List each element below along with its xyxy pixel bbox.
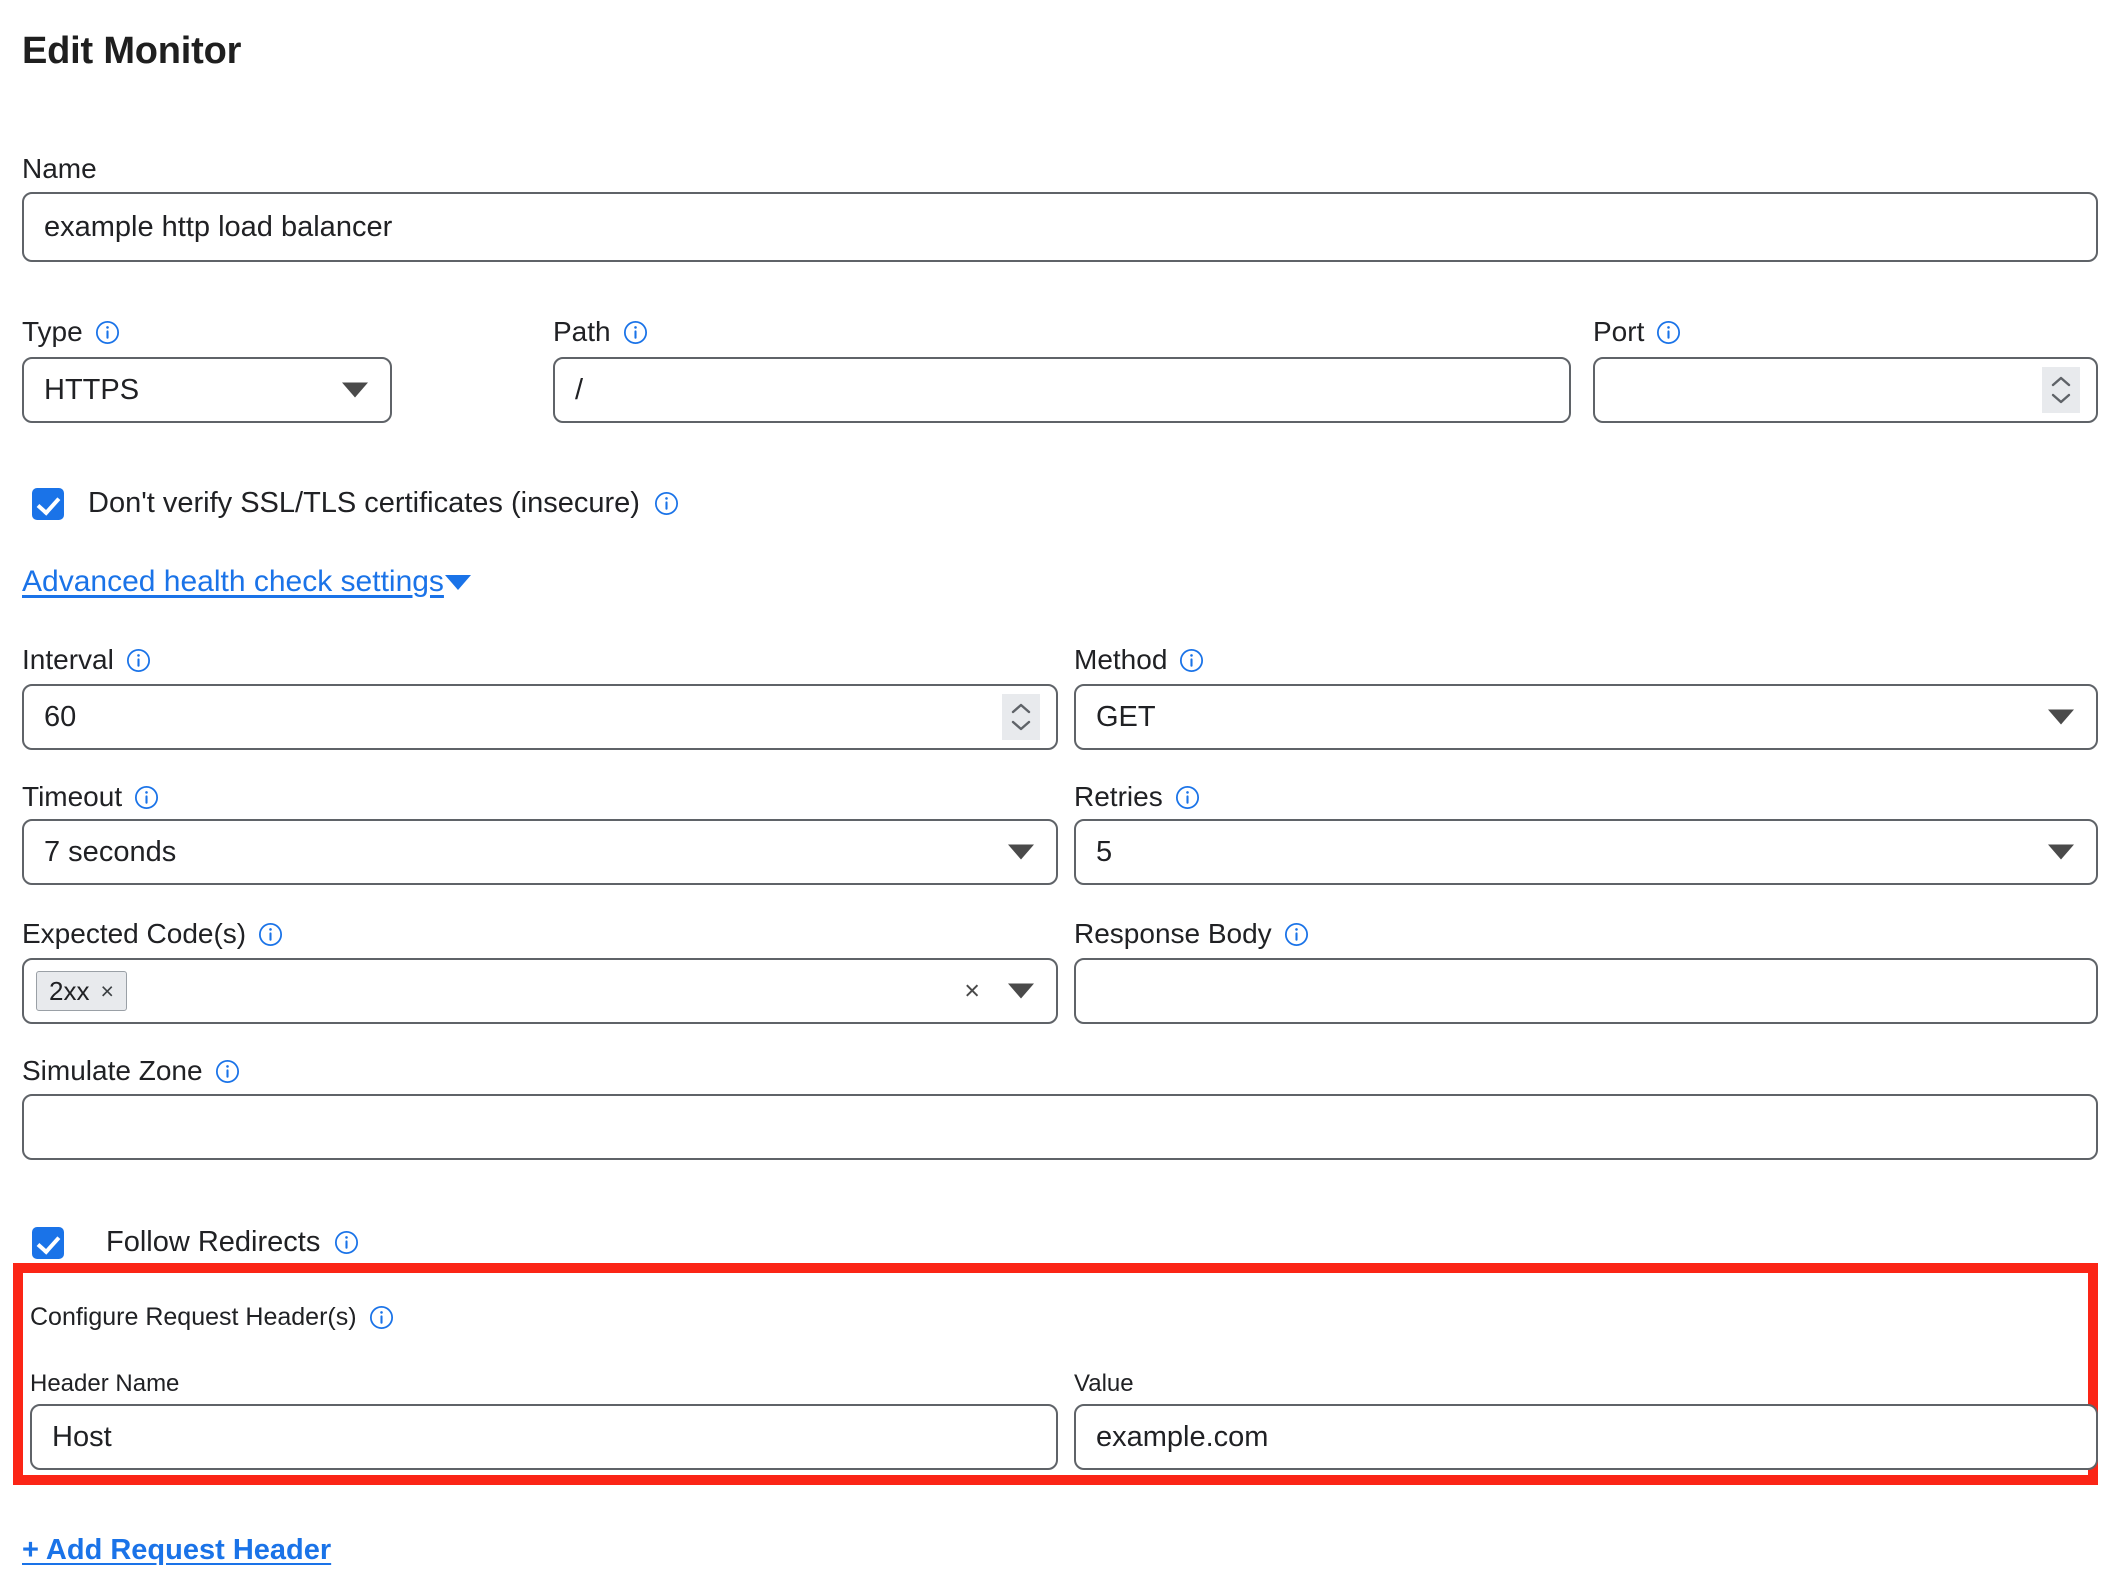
- timeout-label: Timeout: [22, 783, 159, 811]
- path-input-value: /: [575, 373, 584, 406]
- timeout-select[interactable]: 7 seconds: [22, 819, 1058, 885]
- expected-code-chip-text: 2xx: [49, 976, 90, 1006]
- advanced-health-check-settings-toggle[interactable]: Advanced health check settings: [22, 565, 471, 599]
- number-stepper-icon[interactable]: [2042, 367, 2080, 413]
- follow-redirects-label-text: Follow Redirects: [106, 1226, 321, 1258]
- method-label: Method: [1074, 646, 1204, 674]
- response-body-label: Response Body: [1074, 920, 1309, 948]
- info-circle-icon[interactable]: [134, 785, 159, 810]
- header-value-input[interactable]: example.com: [1074, 1404, 2098, 1470]
- chevron-down-icon: [2048, 844, 2074, 860]
- info-circle-icon[interactable]: [126, 648, 151, 673]
- header-name-column-label: Header Name: [30, 1370, 180, 1397]
- path-input[interactable]: /: [553, 357, 1571, 423]
- response-body-label-text: Response Body: [1074, 918, 1272, 949]
- add-request-header-link[interactable]: + Add Request Header: [22, 1534, 331, 1567]
- chevron-down-icon: [342, 382, 368, 398]
- simulate-zone-label: Simulate Zone: [22, 1057, 240, 1085]
- clear-x-icon[interactable]: ×: [964, 977, 980, 1005]
- port-input[interactable]: [1593, 357, 2098, 423]
- insecure-checkbox-row[interactable]: Don't verify SSL/TLS certificates (insec…: [32, 487, 679, 520]
- add-request-header-label: + Add Request Header: [22, 1534, 332, 1566]
- follow-redirects-label: Follow Redirects: [106, 1226, 359, 1259]
- header-value-input-value: example.com: [1096, 1420, 1269, 1453]
- name-label-text: Name: [22, 153, 97, 184]
- info-circle-icon[interactable]: [1284, 922, 1309, 947]
- path-label-text: Path: [553, 316, 611, 347]
- info-circle-icon[interactable]: [623, 320, 648, 345]
- timeout-label-text: Timeout: [22, 781, 123, 812]
- expected-codes-label: Expected Code(s): [22, 920, 283, 948]
- follow-redirects-row[interactable]: Follow Redirects: [32, 1226, 359, 1259]
- chevron-down-icon: [2048, 709, 2074, 725]
- page-title: Edit Monitor: [22, 30, 242, 72]
- path-label: Path: [553, 318, 648, 346]
- port-label-text: Port: [1593, 316, 1645, 347]
- info-circle-icon[interactable]: [369, 1305, 394, 1330]
- expected-codes-multiselect[interactable]: 2xx × ×: [22, 958, 1058, 1024]
- interval-input-value: 60: [44, 700, 77, 733]
- insecure-checkbox-label: Don't verify SSL/TLS certificates (insec…: [88, 487, 679, 520]
- header-name-input-value: Host: [52, 1420, 112, 1453]
- interval-input[interactable]: 60: [22, 684, 1058, 750]
- close-icon[interactable]: ×: [100, 979, 113, 1003]
- request-headers-section-label-text: Configure Request Header(s): [30, 1303, 357, 1331]
- header-name-input[interactable]: Host: [30, 1404, 1058, 1470]
- type-label-text: Type: [22, 316, 83, 347]
- interval-label: Interval: [22, 646, 151, 674]
- retries-label-text: Retries: [1074, 781, 1163, 812]
- interval-label-text: Interval: [22, 644, 114, 675]
- response-body-input[interactable]: [1074, 958, 2098, 1024]
- method-select[interactable]: GET: [1074, 684, 2098, 750]
- header-value-column-label: Value: [1074, 1370, 1134, 1397]
- chevron-down-icon[interactable]: [1008, 983, 1034, 999]
- expected-code-chip[interactable]: 2xx ×: [36, 971, 127, 1011]
- method-label-text: Method: [1074, 644, 1168, 675]
- advanced-toggle-label: Advanced health check settings: [22, 565, 444, 598]
- info-circle-icon[interactable]: [654, 491, 679, 516]
- chevron-down-icon: [444, 574, 471, 590]
- name-input[interactable]: example http load balancer: [22, 192, 2098, 262]
- retries-label: Retries: [1074, 783, 1200, 811]
- type-select-value: HTTPS: [44, 373, 140, 406]
- follow-redirects-checkbox[interactable]: [32, 1226, 64, 1259]
- insecure-label-text: Don't verify SSL/TLS certificates (insec…: [88, 487, 640, 519]
- info-circle-icon[interactable]: [258, 922, 283, 947]
- name-label: Name: [22, 155, 97, 183]
- name-input-value: example http load balancer: [44, 210, 393, 243]
- port-label: Port: [1593, 318, 1681, 346]
- request-headers-section-label: Configure Request Header(s): [30, 1305, 394, 1330]
- info-circle-icon[interactable]: [1179, 648, 1204, 673]
- method-select-value: GET: [1096, 700, 1156, 733]
- info-circle-icon[interactable]: [215, 1059, 240, 1084]
- chevron-down-icon: [1008, 844, 1034, 860]
- info-circle-icon[interactable]: [1656, 320, 1681, 345]
- retries-select-value: 5: [1096, 835, 1113, 868]
- info-circle-icon[interactable]: [95, 320, 120, 345]
- type-select[interactable]: HTTPS: [22, 357, 392, 423]
- info-circle-icon[interactable]: [334, 1230, 359, 1255]
- simulate-zone-input[interactable]: [22, 1094, 2098, 1160]
- timeout-select-value: 7 seconds: [44, 835, 177, 868]
- expected-codes-label-text: Expected Code(s): [22, 918, 247, 949]
- retries-select[interactable]: 5: [1074, 819, 2098, 885]
- info-circle-icon[interactable]: [1175, 785, 1200, 810]
- insecure-checkbox[interactable]: [32, 487, 64, 520]
- number-stepper-icon[interactable]: [1002, 694, 1040, 740]
- edit-monitor-form: Edit Monitor Name example http load bala…: [0, 0, 2118, 1590]
- simulate-zone-label-text: Simulate Zone: [22, 1055, 203, 1086]
- type-label: Type: [22, 318, 120, 346]
